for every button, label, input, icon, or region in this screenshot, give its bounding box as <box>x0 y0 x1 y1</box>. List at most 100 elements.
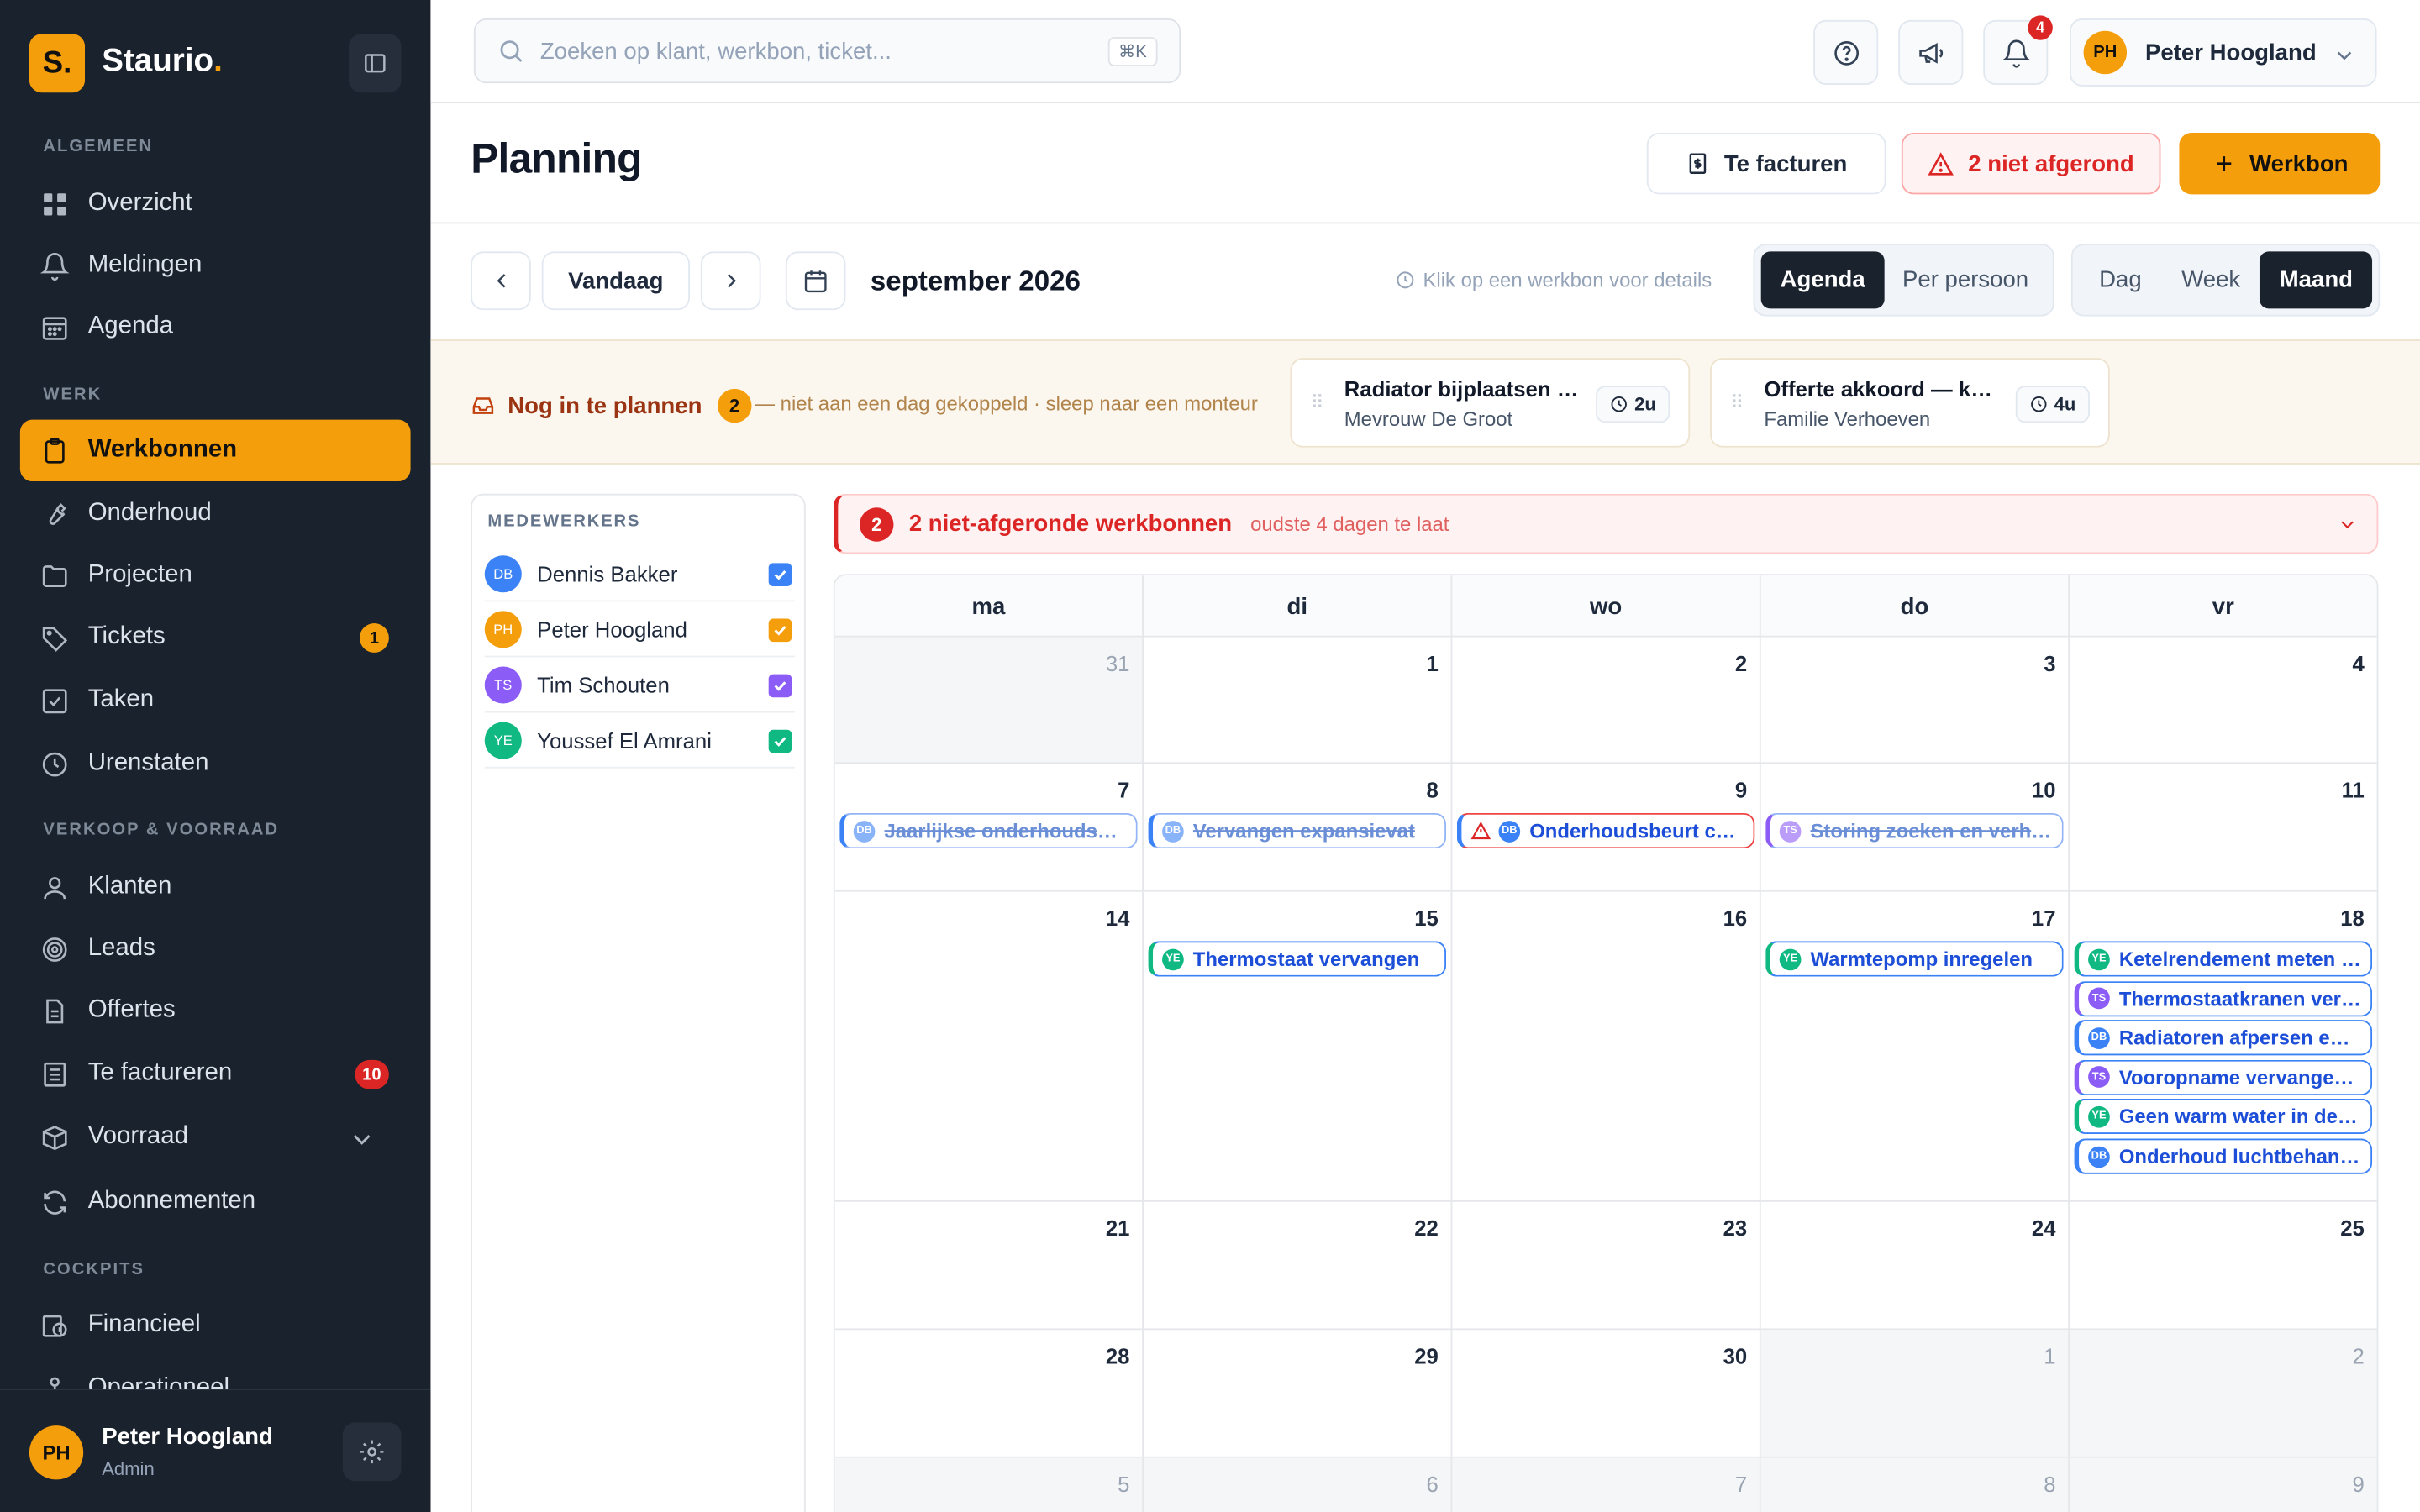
calendar-day-cell[interactable]: 4 <box>2070 638 2377 764</box>
werkbon-event[interactable]: DB Vervangen expansievat <box>1148 812 1447 849</box>
range-week-tab[interactable]: Week <box>2162 251 2260 308</box>
niet-afgerond-button[interactable]: 2 niet afgerond <box>1901 132 2161 195</box>
collapse-sidebar-button[interactable] <box>349 34 402 93</box>
sidebar-item-abonnementen[interactable]: Abonnementen <box>20 1171 411 1232</box>
sidebar-item-urenstaten[interactable]: Urenstaten <box>20 732 411 794</box>
date-picker-button[interactable] <box>785 251 846 311</box>
previous-month-button[interactable] <box>471 251 531 311</box>
avatar: PH <box>29 1425 84 1480</box>
day-number: 25 <box>2340 1215 2365 1241</box>
calendar-day-cell[interactable]: 11 <box>2070 764 2377 892</box>
werkbon-event[interactable]: YE Geen warm water in de badkamer <box>2074 1099 2373 1135</box>
werkbon-event[interactable]: TS Thermostaatkranen vervangen <box>2074 980 2373 1016</box>
werkbon-event[interactable]: YE Ketelrendement meten en afstellen <box>2074 941 2373 977</box>
duration-badge: 4u <box>2015 386 2090 423</box>
calendar-day-cell[interactable]: 3 <box>1760 637 2070 764</box>
user-name: Peter Hoogland <box>2145 39 2317 66</box>
next-month-button[interactable] <box>700 251 761 311</box>
avatar: DB <box>2088 1026 2110 1049</box>
calendar-day-cell[interactable]: 2 <box>1452 637 1761 764</box>
calendar-day-cell[interactable]: 22 <box>1144 1201 1453 1331</box>
calendar-day-cell[interactable]: 8 <box>1760 1457 2070 1512</box>
sidebar-item-te-factureren[interactable]: Te factureren 10 <box>20 1043 411 1105</box>
user-menu-button[interactable]: PH Peter Hoogland <box>2070 18 2377 87</box>
sidebar-item-voorraad[interactable]: Voorraad <box>20 1106 411 1168</box>
calendar-day-cell[interactable]: 6 <box>1144 1457 1453 1512</box>
werkbon-event[interactable]: DB Radiatoren afpersen en ontluchten <box>2074 1020 2373 1056</box>
calendar-day-cell[interactable]: 24 <box>1760 1201 2070 1331</box>
sidebar-item-taken[interactable]: Taken <box>20 669 411 731</box>
employee-filter-checkbox[interactable] <box>768 674 792 698</box>
search-input[interactable]: Zoeken op klant, werkbon, ticket... ⌘K <box>473 18 1181 84</box>
notifications-button[interactable]: 4 <box>1983 15 2053 86</box>
range-month-tab[interactable]: Maand <box>2260 251 2373 309</box>
section-label-werk: WERK <box>43 386 103 405</box>
werkbon-event[interactable]: TS Vooropname vervangen cv-ketel <box>2074 1059 2373 1095</box>
calendar-day-cell[interactable]: 31 <box>834 637 1144 764</box>
employee-row[interactable]: DB Dennis Bakker <box>484 546 795 602</box>
calendar-day-cell[interactable]: 28 <box>834 1330 1144 1458</box>
sidebar-item-meldingen[interactable]: Meldingen <box>20 234 411 296</box>
drag-handle-icon[interactable]: ⠿ <box>1310 392 1323 414</box>
employee-filter-checkbox[interactable] <box>768 618 792 643</box>
employee-row[interactable]: PH Peter Hoogland <box>484 601 795 658</box>
calendar-day-cell[interactable]: 17 <box>1760 891 2070 1202</box>
chevron-right-icon <box>727 274 736 288</box>
today-button[interactable]: Vandaag <box>541 251 691 311</box>
day-number: 29 <box>1414 1343 1439 1369</box>
unplanned-card-customer: Mevrouw De Groot <box>1344 407 1513 431</box>
calendar-day-cell[interactable]: 5 <box>834 1457 1144 1512</box>
calendar-day-cell[interactable]: 21 <box>834 1201 1144 1331</box>
range-day-tab[interactable]: Dag <box>2079 251 2162 308</box>
sidebar-item-financieel[interactable]: Financieel <box>20 1294 411 1356</box>
employee-row[interactable]: TS Tim Schouten <box>484 657 795 713</box>
te-factureren-button[interactable]: Te facturen <box>1646 132 1886 195</box>
event-title: Thermostaatkranen vervangen <box>2118 986 2370 1011</box>
calendar-day-cell[interactable]: 16 <box>1452 891 1761 1202</box>
page-title: Planning <box>471 135 642 182</box>
calendar-day-cell[interactable]: 9 <box>2070 1457 2377 1512</box>
sidebar-item-klanten[interactable]: Klanten <box>20 856 411 917</box>
settings-button[interactable] <box>342 1422 402 1482</box>
view-per-persoon-tab[interactable]: Per persoon <box>1885 251 2047 308</box>
sidebar-item-tickets[interactable]: Tickets 1 <box>20 606 411 668</box>
werkbon-event[interactable]: DB Jaarlijkse onderhoudsbeurt cv-ketel <box>839 812 1138 849</box>
sidebar-item-werkbonnen[interactable]: Werkbonnen <box>19 419 411 482</box>
calendar-day-cell[interactable]: 25 <box>2070 1202 2377 1331</box>
calendar-day-cell[interactable]: 29 <box>1144 1330 1453 1458</box>
werkbon-event[interactable]: DB Onderhoudsbeurt cv-ketel <box>1456 812 1755 849</box>
folder-icon <box>42 564 67 587</box>
employee-row[interactable]: YE Youssef El Amrani <box>484 713 795 769</box>
werkbon-event[interactable]: TS Storing zoeken en verhelpen <box>1765 812 2064 849</box>
werkbon-event[interactable]: DB Onderhoud luchtbehandelingskast <box>2074 1138 2373 1174</box>
unplanned-card[interactable]: ⠿ Offerte akkoord — keuken Familie Verho… <box>1710 358 2110 448</box>
view-agenda-tab[interactable]: Agenda <box>1760 251 1885 309</box>
calendar-day-cell[interactable]: 1 <box>1144 637 1453 764</box>
drag-handle-icon[interactable]: ⠿ <box>1730 392 1744 414</box>
calendar-day-cell[interactable]: 7 <box>1452 1457 1761 1512</box>
calendar-day-cell[interactable]: 1 <box>1760 1330 2070 1458</box>
calendar-day-cell[interactable]: 2 <box>2070 1330 2377 1458</box>
help-button[interactable] <box>1813 19 1879 86</box>
announcements-button[interactable] <box>1898 19 1964 86</box>
sidebar-item-overzicht[interactable]: Overzicht <box>20 173 411 234</box>
sidebar-item-offertes[interactable]: Offertes <box>20 979 411 1041</box>
sidebar-item-agenda[interactable]: Agenda <box>20 297 411 358</box>
sidebar-item-projecten[interactable]: Projecten <box>20 544 411 606</box>
calendar-day-cell[interactable]: 14 <box>834 891 1144 1202</box>
unplanned-card[interactable]: ⠿ Radiator bijplaatsen woonkamer Mevrouw… <box>1290 358 1691 448</box>
werkbon-event[interactable]: YE Warmtepomp inregelen <box>1765 941 2064 977</box>
sidebar-item-label: Offertes <box>87 996 176 1023</box>
day-number: 22 <box>1414 1215 1439 1241</box>
event-title: Onderhoudsbeurt cv-ketel <box>1529 819 1753 843</box>
employee-filter-checkbox[interactable] <box>768 729 792 753</box>
overdue-alert[interactable]: 2 2 niet-afgeronde werkbonnen oudste 4 d… <box>833 493 2379 554</box>
new-werkbon-button[interactable]: Werkbon <box>2179 132 2381 195</box>
calendar-day-cell[interactable]: 15 <box>1144 891 1453 1202</box>
employee-filter-checkbox[interactable] <box>768 563 792 586</box>
calendar-day-cell[interactable]: 30 <box>1452 1330 1761 1458</box>
werkbon-event[interactable]: YE Thermostaat vervangen <box>1148 941 1447 977</box>
sidebar-item-onderhoud[interactable]: Onderhoud <box>20 483 411 544</box>
calendar-day-cell[interactable]: 23 <box>1452 1201 1761 1331</box>
sidebar-item-leads[interactable]: Leads <box>20 918 411 979</box>
